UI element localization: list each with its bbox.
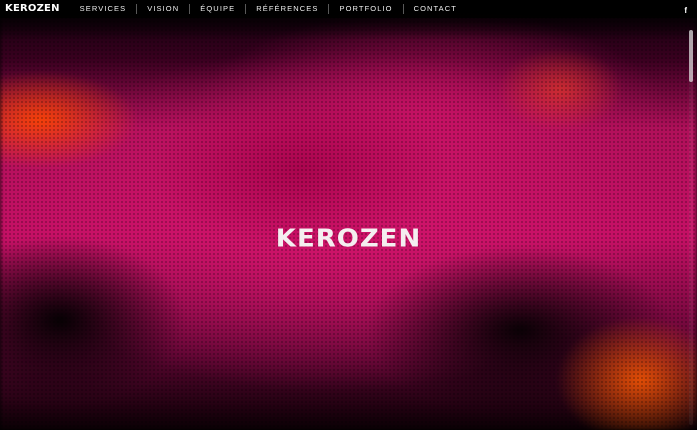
scrollbar-track[interactable] — [689, 30, 693, 425]
navbar: KEROZEN SERVICES VISION ÉQUIPE RÉFÉRENCE… — [0, 0, 697, 18]
nav-item-vision[interactable]: VISION — [137, 0, 189, 18]
nav-item-references[interactable]: RÉFÉRENCES — [246, 0, 328, 18]
nav-item-equipe[interactable]: ÉQUIPE — [190, 0, 245, 18]
nav-item-services[interactable]: SERVICES — [70, 0, 137, 18]
facebook-icon[interactable]: f — [684, 6, 687, 16]
brand-logo[interactable]: KEROZEN — [5, 0, 60, 18]
hero-dot-texture — [0, 0, 697, 430]
scrollbar-thumb[interactable] — [689, 30, 693, 82]
nav-menu: SERVICES VISION ÉQUIPE RÉFÉRENCES PORTFO… — [70, 0, 467, 18]
nav-item-portfolio[interactable]: PORTFOLIO — [329, 0, 402, 18]
page: KEROZEN SERVICES VISION ÉQUIPE RÉFÉRENCE… — [0, 0, 697, 430]
hero-logo: KEROZEN — [275, 224, 422, 254]
nav-item-contact[interactable]: CONTACT — [404, 0, 467, 18]
